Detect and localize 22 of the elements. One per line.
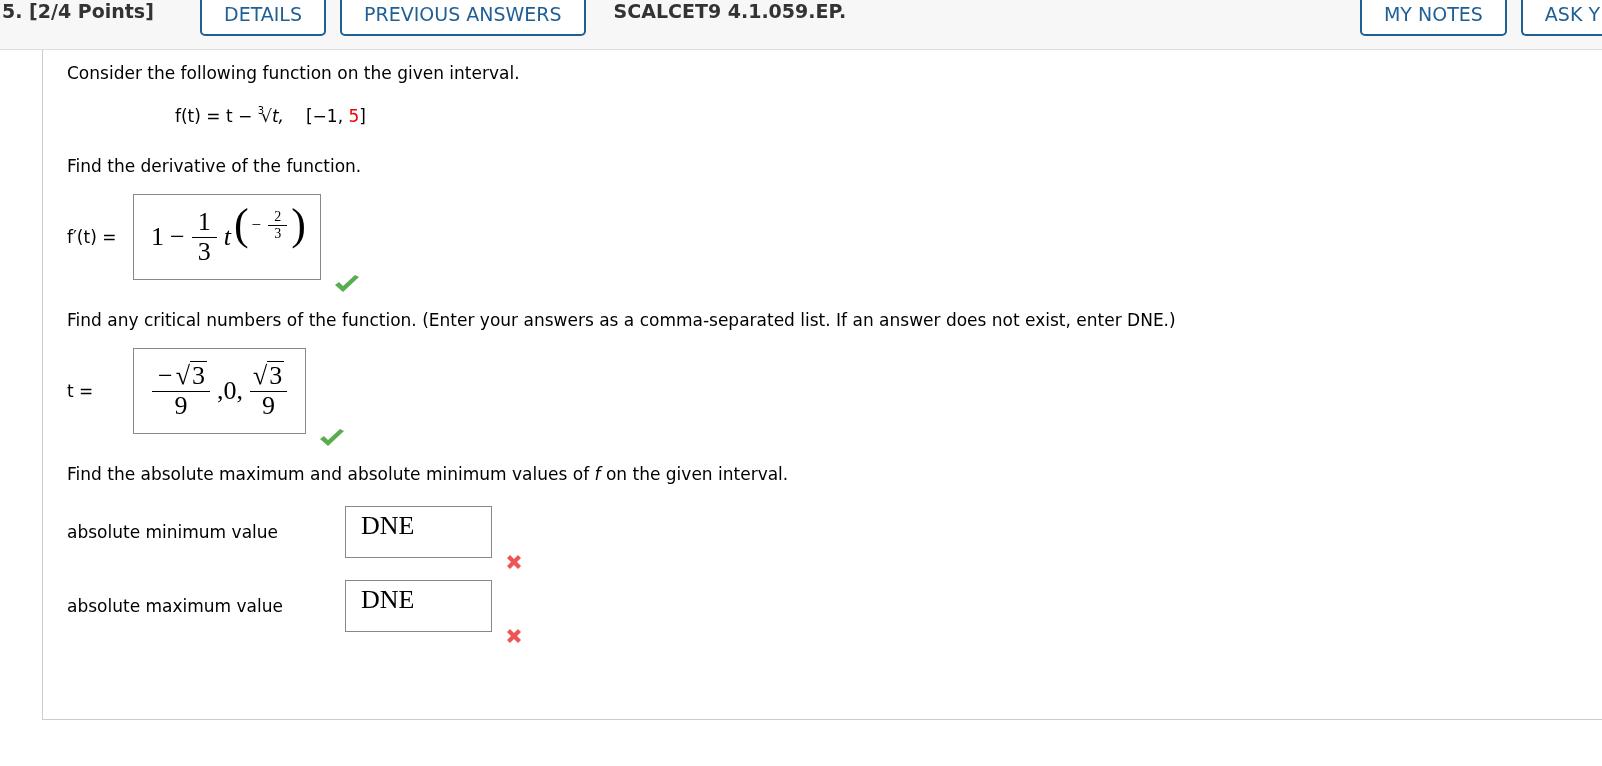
header-button[interactable]: ASK Y — [1520, 0, 1602, 36]
answer-field[interactable]: DNE — [345, 580, 492, 632]
question-text: Find the derivative of the function. — [67, 156, 363, 176]
interval-text: ] — [359, 106, 366, 126]
interval-text: 5 — [348, 106, 360, 126]
problem-code: SCALCET9 4.1.059.EP. — [613, 0, 847, 22]
answer-field[interactable]: DNE — [345, 506, 492, 558]
answer-label: absolute minimum value — [67, 522, 279, 542]
formula-text: t, — [271, 106, 284, 126]
interval-text: [−1, — [306, 106, 345, 126]
header-button[interactable]: DETAILS — [200, 0, 326, 36]
formula-text: f(t) = t − — [175, 106, 254, 126]
question-text: Find any critical numbers of the function. (Enter your answers as a comma-separated list. If an answer does not exist, enter DNE.) — [67, 310, 1177, 330]
answer-label: t = — [67, 381, 95, 401]
answer-field[interactable]: −√3 9 ,0, √3 9 — [133, 348, 307, 434]
question-text: Find the absolute maximum and absolute minimum values of f on the given interval. — [67, 464, 790, 484]
answer-label: absolute maximum value — [67, 596, 284, 616]
answer-label: f′(t) = — [67, 227, 118, 247]
question-text: Consider the following function on the given interval. — [67, 63, 521, 83]
header-button[interactable]: PREVIOUS ANSWERS — [340, 0, 586, 36]
question-points: 5. [2/4 Points] — [2, 0, 155, 22]
header-button[interactable]: MY NOTES — [1359, 0, 1507, 36]
